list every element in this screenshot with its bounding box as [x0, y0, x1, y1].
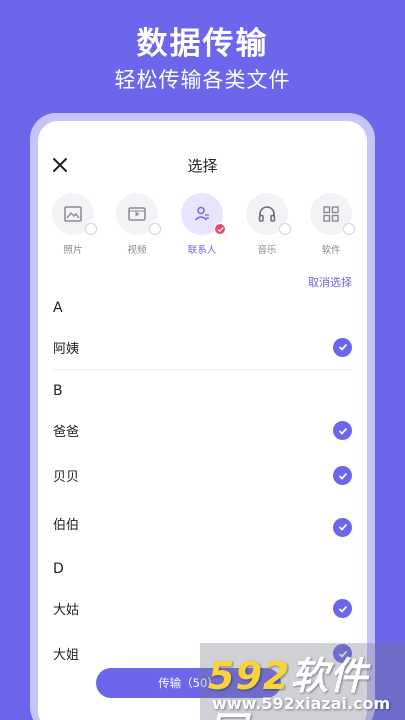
deselect-all-button[interactable]: 取消选择 [308, 274, 352, 290]
list-item[interactable]: 伯伯 [53, 498, 352, 548]
check-icon [338, 427, 347, 435]
tab-label: 音乐 [257, 245, 277, 256]
select-badge [85, 223, 97, 235]
photo-icon [64, 206, 82, 222]
watermark-logo-number: 592 [208, 654, 291, 698]
check-icon [338, 343, 347, 351]
contact-icon [194, 206, 209, 221]
tab-label: 联系人 [187, 245, 217, 256]
tab-label: 软件 [321, 245, 341, 256]
select-badge [343, 223, 355, 235]
tab-video[interactable]: 视频 [107, 193, 167, 259]
checkbox-checked[interactable] [333, 466, 352, 485]
checkbox-checked[interactable] [333, 517, 352, 537]
check-icon [216, 226, 224, 232]
checkbox-checked[interactable] [333, 599, 352, 618]
select-badge [279, 223, 291, 235]
list-item[interactable]: 大姑 [53, 586, 352, 631]
tab-label: 视频 [127, 245, 147, 256]
contact-name: 贝贝 [53, 470, 80, 485]
checkbox-checked[interactable] [333, 421, 352, 440]
section-header-a: A [53, 300, 63, 316]
list-item[interactable]: 阿姨 [53, 325, 352, 370]
selected-badge [214, 223, 226, 235]
phone-screen: 选择 照片 视频 联系人 音乐 软件 取消选择 A 阿姨 B 爸爸 贝贝 伯伯 … [38, 121, 367, 720]
contact-name: 阿姨 [53, 341, 80, 357]
check-icon [338, 523, 347, 531]
check-icon [338, 605, 347, 613]
video-icon [128, 207, 146, 221]
section-header-b: B [53, 383, 63, 399]
apps-grid-icon [323, 206, 339, 222]
contact-name: 爸爸 [53, 425, 80, 440]
tab-label: 照片 [63, 245, 83, 256]
tab-contacts[interactable]: 联系人 [172, 193, 232, 259]
contact-name: 伯伯 [53, 517, 80, 533]
tab-music[interactable]: 音乐 [237, 193, 297, 259]
contact-name: 大姑 [53, 603, 80, 618]
contact-list: A 阿姨 B 爸爸 贝贝 伯伯 D 大姑 大姐 [38, 291, 367, 676]
list-item[interactable]: 爸爸 [53, 408, 352, 453]
list-item[interactable]: 贝贝 [53, 453, 352, 498]
watermark-url: www.592xiazai.com [212, 694, 391, 713]
page-title: 选择 [187, 157, 218, 175]
contact-name: 大姐 [53, 648, 80, 663]
hero-title: 数据传输 [136, 26, 269, 62]
select-badge [149, 223, 161, 235]
hero-subtitle: 轻松传输各类文件 [114, 68, 291, 92]
category-tabs: 照片 视频 联系人 音乐 软件 [38, 193, 367, 263]
tab-apps[interactable]: 软件 [301, 193, 361, 259]
tab-photos[interactable]: 照片 [43, 193, 103, 259]
headphones-icon [258, 206, 276, 222]
check-icon [338, 472, 347, 480]
checkbox-checked[interactable] [333, 337, 352, 357]
section-header-d: D [53, 561, 64, 577]
